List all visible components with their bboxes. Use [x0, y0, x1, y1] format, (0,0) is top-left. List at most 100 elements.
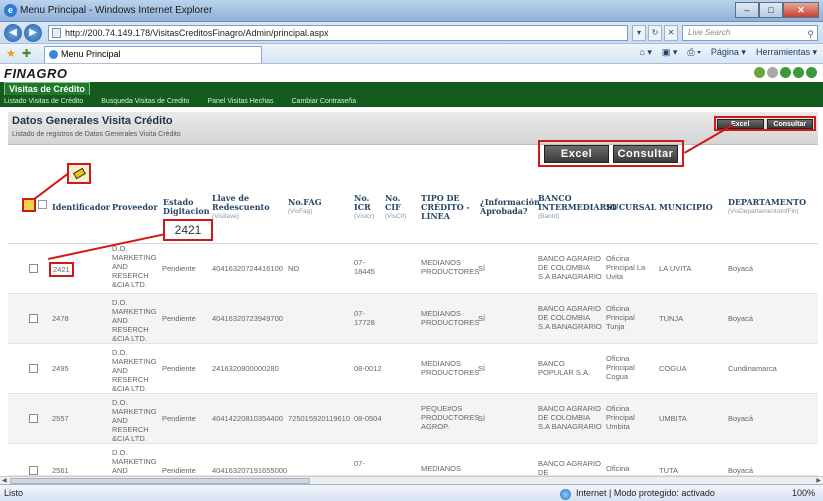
col-municipio[interactable]: MUNICIPIO	[659, 203, 713, 212]
cell-sucursal: Oficina Principal Umbita	[606, 404, 635, 431]
home-app-icon[interactable]	[754, 67, 765, 78]
page-menu[interactable]: Página ▾	[711, 47, 746, 58]
feeds-icon[interactable]: ▣ ▾	[662, 47, 678, 58]
forward-app-icon[interactable]	[806, 67, 817, 78]
tab-page-icon	[49, 50, 58, 59]
edit-select-icon[interactable]	[22, 198, 36, 212]
user-app-icon[interactable]	[767, 67, 778, 78]
close-button[interactable]: ✕	[783, 2, 819, 18]
window-titlebar: e Menu Principal - Windows Internet Expl…	[0, 0, 823, 22]
stop-icon[interactable]: ✕	[664, 25, 678, 41]
cell-sucursal: Oficina	[606, 464, 630, 473]
cell-sucursal: Oficina Principal La Uvita	[606, 254, 646, 281]
cell-municipio: UMBITA	[659, 414, 687, 423]
search-input[interactable]: Live Search ⚲	[682, 25, 818, 41]
table-row[interactable]: 2478 D.O. MARKETING AND RESERCH &CIA LTD…	[8, 294, 818, 344]
scroll-left-icon[interactable]: ◀	[2, 477, 7, 484]
zoom-level[interactable]: 100%	[792, 488, 815, 498]
cell-banco: BANCO AGRARIO DE COLOMBIA S.A BANAGRARIO	[538, 304, 602, 331]
help-app-icon[interactable]	[780, 67, 791, 78]
submenu-contrasena[interactable]: Cambiar Contraseña	[292, 96, 357, 107]
cell-depto: Boyacá	[728, 414, 754, 423]
col-cif[interactable]: No. CIF (VisCif)	[385, 194, 411, 221]
table-row[interactable]: 2557 D.O. MARKETING AND RESERCH &CIA LTD…	[8, 394, 818, 444]
col-cif-label: No. CIF	[385, 193, 401, 212]
back-app-icon[interactable]	[793, 67, 804, 78]
row-checkbox[interactable]	[29, 264, 38, 273]
security-zone[interactable]: Internet | Modo protegido: activado	[560, 488, 715, 500]
back-icon[interactable]: ◀	[4, 24, 22, 42]
cell-sucursal: Oficina Principal Cogua	[606, 354, 635, 381]
globe-icon	[560, 489, 571, 500]
favorites-star-icon[interactable]: ★	[6, 47, 16, 60]
tools-menu[interactable]: Herramientas ▾	[756, 47, 817, 58]
cell-depto: Boyacá	[728, 264, 754, 273]
table-row[interactable]: 2495 D.O. MARKETING AND RESERCH &CIA LTD…	[8, 344, 818, 394]
col-tipo[interactable]: TIPO DE CRÉDITO - LÍNEA	[421, 194, 471, 221]
consultar-button[interactable]: Consultar	[766, 119, 813, 129]
dropdown-icon[interactable]: ▾	[632, 25, 646, 41]
cell-estado: Pendiente	[162, 414, 196, 423]
cell-banco: BANCO AGRARIO DE COLOMBIA S.A BANAGRARIO	[538, 404, 602, 431]
scroll-right-icon[interactable]: ▶	[816, 477, 821, 484]
app-header: FINAGRO	[0, 64, 823, 82]
refresh-icon[interactable]: ↻	[648, 25, 662, 41]
tab-label: Menu Principal	[61, 49, 121, 59]
cell-info: SÍ	[478, 364, 486, 373]
consultar-button-zoomed[interactable]: Consultar	[613, 145, 678, 163]
browser-tab[interactable]: Menu Principal	[44, 46, 262, 63]
add-favorites-icon[interactable]: ✚	[22, 47, 31, 60]
cell-id[interactable]: 2495	[52, 364, 69, 373]
cell-id[interactable]: 2557	[52, 414, 69, 423]
section-subtitle: Listado de registros de Datos Generales …	[12, 131, 181, 138]
col-nofag-label: No.FAG	[288, 197, 322, 207]
row-checkbox[interactable]	[29, 364, 38, 373]
print-icon[interactable]: ⎙ ▾	[687, 47, 700, 58]
cell-id[interactable]: 2478	[52, 314, 69, 323]
url-text: http://200.74.149.178/VisitasCreditosFin…	[65, 28, 329, 38]
submenu-busqueda[interactable]: Busqueda Visitas de Credito	[101, 96, 189, 107]
submenu: Listado Visitas de Crédito Busqueda Visi…	[0, 96, 823, 107]
select-all-checkbox[interactable]	[38, 200, 47, 209]
export-buttons-small: Excel Consultar	[714, 116, 816, 131]
address-bar[interactable]: http://200.74.149.178/VisitasCreditosFin…	[48, 25, 628, 41]
tab-row: ★ ✚ Menu Principal ⌂ ▾ ▣ ▾ ⎙ ▾ Página ▾ …	[0, 44, 823, 64]
forward-icon[interactable]: ▶	[24, 24, 42, 42]
table-row[interactable]: 2421 D.O. MARKETING AND RESERCH &CIA LTD…	[8, 244, 818, 294]
col-nofag[interactable]: No.FAG (VisFag)	[288, 198, 328, 216]
cell-depto: Boyacá	[728, 466, 754, 475]
col-info[interactable]: ¿Información Aprobada?	[480, 198, 540, 216]
col-estado[interactable]: Estado Digitacion	[163, 198, 210, 216]
cell-info: SÍ	[478, 414, 486, 423]
search-icon[interactable]: ⚲	[807, 27, 814, 41]
submenu-panel[interactable]: Panel Visitas Hechas	[207, 96, 273, 107]
maximize-button[interactable]: □	[759, 2, 783, 18]
col-banco[interactable]: BANCO INTERMEDIARIO (BanId)	[538, 194, 617, 221]
home-icon[interactable]: ⌂ ▾	[639, 47, 651, 58]
status-bar: Listo Internet | Modo protegido: activad…	[0, 484, 823, 501]
zone-text: Internet | Modo protegido: activado	[576, 488, 715, 498]
row-checkbox[interactable]	[29, 314, 38, 323]
row-checkbox[interactable]	[29, 466, 38, 475]
excel-button-zoomed[interactable]: Excel	[544, 145, 609, 163]
cell-proveedor: D.O. MARKETING AND	[112, 448, 157, 475]
cell-icr: 08-0012	[354, 364, 382, 373]
col-identificador[interactable]: Identificador	[52, 203, 110, 212]
submenu-listado[interactable]: Listado Visitas de Crédito	[4, 96, 83, 107]
table-row[interactable]: 2561 D.O. MARKETING AND Pendiente 404163…	[8, 444, 818, 476]
minimize-button[interactable]: –	[735, 2, 759, 18]
horizontal-scrollbar[interactable]: ◀ ▶	[0, 476, 823, 484]
row-checkbox[interactable]	[29, 414, 38, 423]
col-sucursal[interactable]: SUCURSAL	[606, 203, 656, 212]
cell-id[interactable]: 2421	[49, 262, 74, 277]
cell-banco: BANCO POPULAR S.A.	[538, 359, 591, 377]
col-icr[interactable]: No. ICR (VisIcr)	[354, 194, 380, 221]
col-proveedor[interactable]: Proveedor	[112, 203, 158, 212]
cell-banco: BANCO AGRARIO DE	[538, 459, 601, 476]
cell-proveedor: D.O. MARKETING AND RESERCH &CIA LTD.	[112, 298, 157, 343]
section-title: Datos Generales Visita Crédito	[12, 115, 173, 127]
col-llave[interactable]: Llave de Redescuento (VisIlave)	[212, 194, 270, 221]
cell-id[interactable]: 2561	[52, 466, 69, 475]
tab-visitas-credito[interactable]: Visitas de Crédito	[4, 82, 90, 95]
col-depto[interactable]: DEPARTAMENTO (VisDepartamentoInfFin)	[728, 198, 818, 216]
